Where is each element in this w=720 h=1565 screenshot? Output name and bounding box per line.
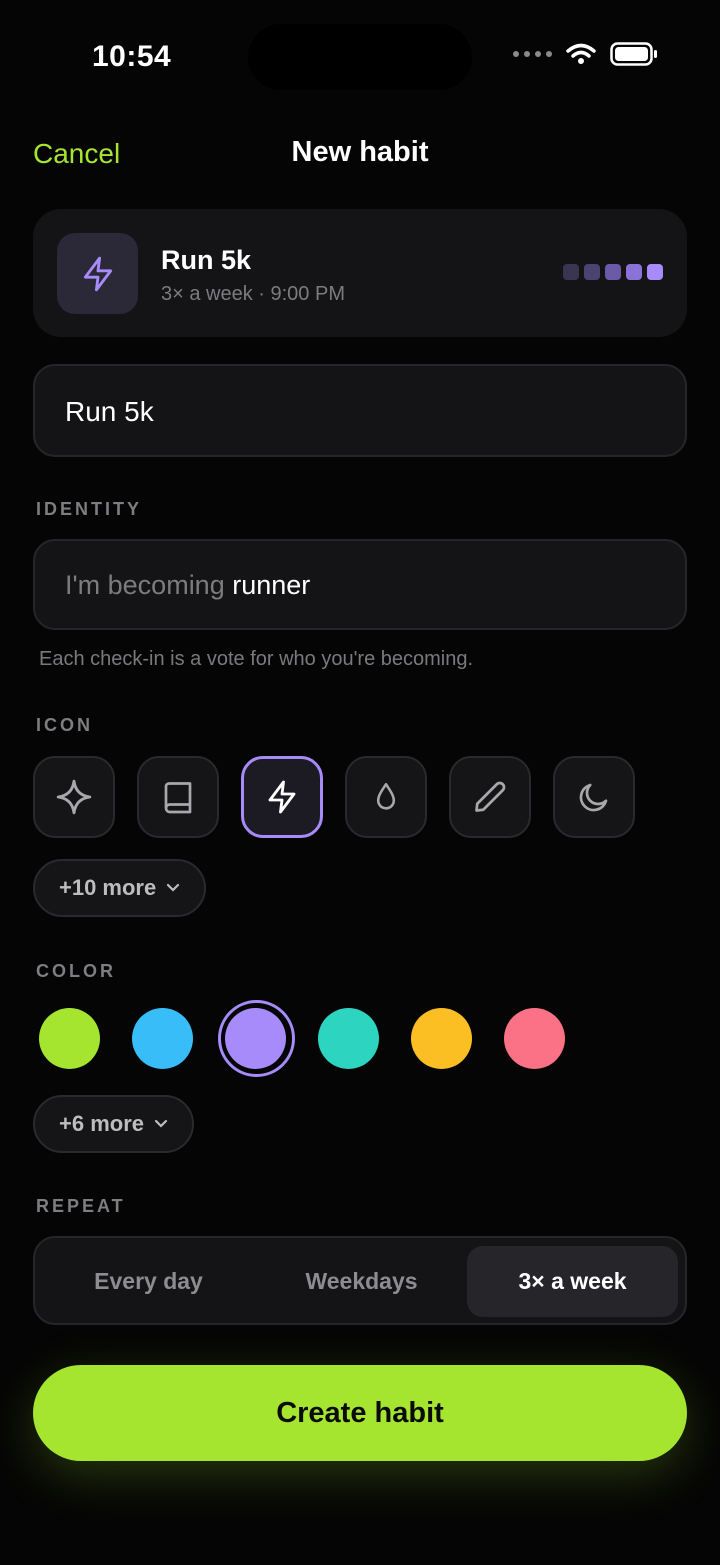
progress-dot	[605, 264, 621, 280]
pencil-icon	[475, 781, 506, 812]
sparkle-icon	[56, 779, 92, 815]
identity-label: IDENTITY	[36, 499, 143, 519]
color-swatch[interactable]	[225, 1008, 286, 1069]
status-time: 10:54	[92, 40, 172, 73]
color-swatch[interactable]	[411, 1008, 472, 1069]
icon-option-bolt[interactable]	[241, 756, 323, 838]
identity-value: runner	[232, 570, 311, 600]
bolt-icon	[83, 256, 112, 291]
habit-name-input[interactable]: Run 5k	[33, 364, 687, 457]
page-title: New habit	[291, 136, 429, 168]
more-icons-button[interactable]: +10 more	[33, 859, 207, 917]
repeat-option-weekdays[interactable]: Weekdays	[256, 1246, 467, 1317]
create-habit-button[interactable]: Create habit	[33, 1365, 687, 1461]
moon-icon	[579, 783, 608, 812]
icon-option-drop[interactable]	[345, 756, 427, 838]
progress-dot	[563, 264, 579, 280]
color-swatch[interactable]	[318, 1008, 379, 1069]
repeat-option-every-day[interactable]: Every day	[43, 1246, 254, 1317]
status-icons	[513, 42, 658, 66]
repeat-segmented-control: Every day Weekdays 3× a week	[33, 1236, 687, 1325]
bolt-icon	[268, 780, 296, 814]
icon-label: ICON	[36, 715, 93, 735]
repeat-option-3x-week[interactable]: 3× a week	[467, 1246, 678, 1317]
progress-dot	[584, 264, 600, 280]
more-colors-button[interactable]: +6 more	[33, 1095, 194, 1153]
preview-habit-name: Run 5k	[161, 245, 252, 275]
chevron-down-icon	[154, 1119, 168, 1128]
more-icons-label: +10 more	[59, 875, 157, 900]
progress-dot	[647, 264, 663, 280]
preview-icon-tile	[57, 233, 138, 314]
identity-hint: Each check-in is a vote for who you're b…	[39, 648, 474, 670]
wifi-icon	[566, 43, 596, 64]
drop-icon	[376, 782, 396, 810]
icon-option-book[interactable]	[137, 756, 219, 838]
chevron-down-icon	[167, 883, 180, 892]
preview-progress-dots	[563, 264, 663, 280]
battery-icon	[610, 42, 657, 66]
color-swatch[interactable]	[39, 1008, 100, 1069]
preview-habit-schedule: 3× a week · 9:00 PM	[161, 283, 345, 305]
color-swatch[interactable]	[504, 1008, 565, 1069]
book-icon	[164, 782, 192, 814]
color-label: COLOR	[36, 961, 116, 981]
icon-option-pencil[interactable]	[449, 756, 531, 838]
identity-input[interactable]: I'm becoming runner	[33, 539, 687, 630]
habit-preview-card: Run 5k 3× a week · 9:00 PM	[33, 209, 687, 337]
dynamic-island	[248, 24, 472, 90]
identity-prefix: I'm becoming	[65, 570, 225, 600]
progress-dot	[626, 264, 642, 280]
signal-icon	[513, 51, 552, 57]
more-colors-label: +6 more	[59, 1111, 144, 1136]
icon-option-sparkle[interactable]	[33, 756, 115, 838]
color-swatch[interactable]	[132, 1008, 193, 1069]
icon-option-moon[interactable]	[553, 756, 635, 838]
repeat-label: REPEAT	[36, 1196, 126, 1216]
